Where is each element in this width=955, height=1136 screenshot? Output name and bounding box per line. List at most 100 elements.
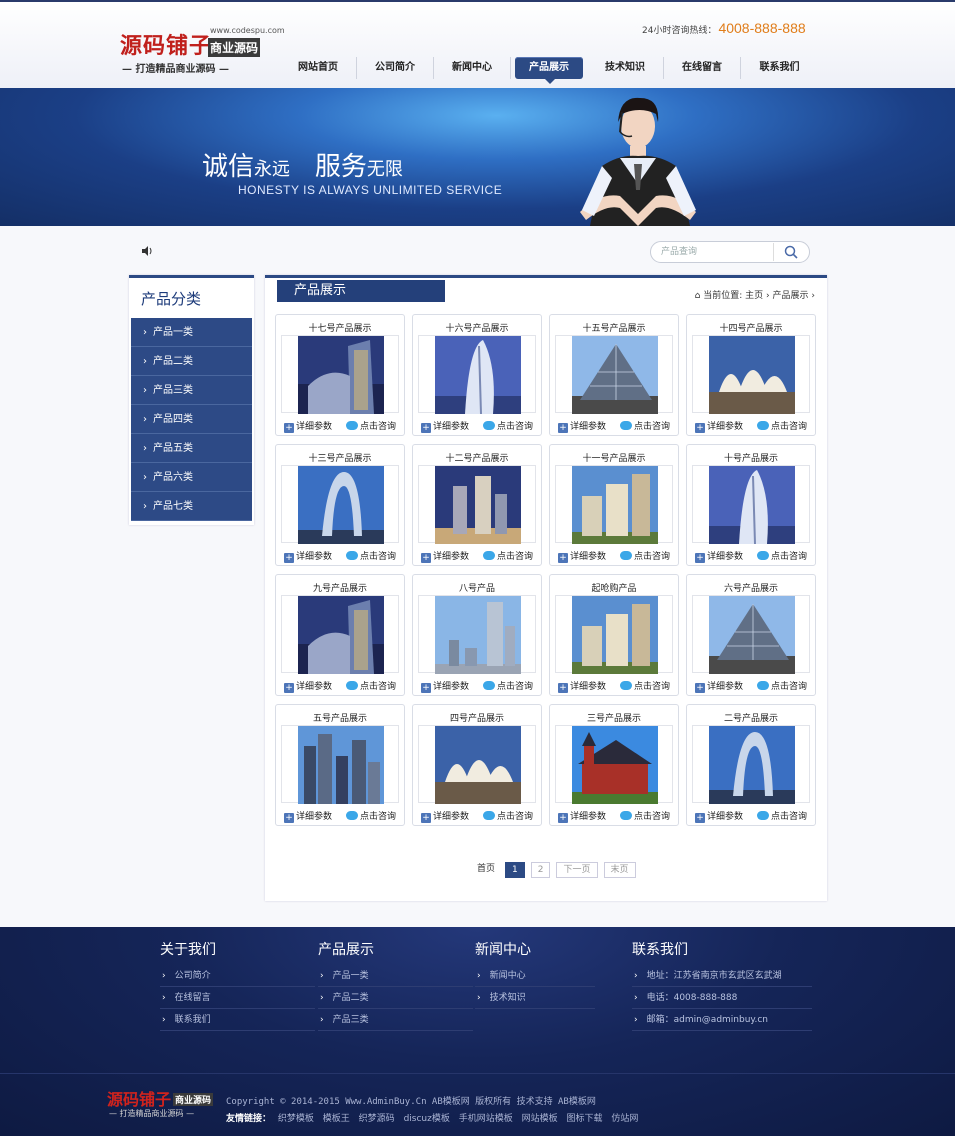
consult-link[interactable]: 点击咨询 <box>346 419 396 432</box>
product-image[interactable] <box>692 725 810 804</box>
product-card[interactable]: 十三号产品展示 + 详细参数 点击咨询 <box>275 444 405 566</box>
detail-params-link[interactable]: + 详细参数 <box>421 419 469 433</box>
consult-link[interactable]: 点击咨询 <box>483 549 533 562</box>
footer-link[interactable]: › 新闻中心 <box>475 965 595 987</box>
product-image[interactable] <box>692 465 810 544</box>
product-title[interactable]: 八号产品 <box>413 581 541 594</box>
consult-link[interactable]: 点击咨询 <box>757 809 807 822</box>
product-image[interactable] <box>418 335 536 414</box>
consult-link[interactable]: 点击咨询 <box>757 549 807 562</box>
consult-link[interactable]: 点击咨询 <box>620 549 670 562</box>
breadcrumb-home-link[interactable]: 主页 <box>745 291 763 301</box>
product-image[interactable] <box>418 725 536 804</box>
product-title[interactable]: 起呛购产品 <box>550 581 678 594</box>
pager-first[interactable]: 首页 <box>473 862 499 878</box>
product-card[interactable]: 十七号产品展示 + 详细参数 点击咨询 <box>275 314 405 436</box>
detail-params-link[interactable]: + 详细参数 <box>421 809 469 823</box>
product-card[interactable]: 十一号产品展示 + 详细参数 点击咨询 <box>549 444 679 566</box>
consult-link[interactable]: 点击咨询 <box>757 679 807 692</box>
consult-link[interactable]: 点击咨询 <box>346 549 396 562</box>
friend-link[interactable]: 织梦源码 <box>359 1114 395 1124</box>
product-image[interactable] <box>281 335 399 414</box>
product-title[interactable]: 二号产品展示 <box>687 711 815 724</box>
friend-link[interactable]: 图标下载 <box>567 1114 603 1124</box>
product-card[interactable]: 九号产品展示 + 详细参数 点击咨询 <box>275 574 405 696</box>
product-image[interactable] <box>692 595 810 674</box>
consult-link[interactable]: 点击咨询 <box>483 419 533 432</box>
search-button[interactable] <box>773 243 807 261</box>
consult-link[interactable]: 点击咨询 <box>620 809 670 822</box>
friend-link[interactable]: 模板王 <box>323 1114 350 1124</box>
product-image[interactable] <box>555 335 673 414</box>
product-title[interactable]: 十三号产品展示 <box>276 451 404 464</box>
footer-link[interactable]: › 产品一类 <box>318 965 473 987</box>
friend-link[interactable]: 手机网站模板 <box>459 1114 513 1124</box>
product-image[interactable] <box>555 595 673 674</box>
consult-link[interactable]: 点击咨询 <box>620 679 670 692</box>
footer-link[interactable]: › 联系我们 <box>160 1009 315 1031</box>
detail-params-link[interactable]: + 详细参数 <box>695 549 743 563</box>
product-card[interactable]: 十号产品展示 + 详细参数 点击咨询 <box>686 444 816 566</box>
footer-link[interactable]: › 产品三类 <box>318 1009 473 1031</box>
site-logo[interactable]: www.codespu.com 源码铺子 商业源码 — 打造精品商业源码 — <box>120 26 285 76</box>
product-image[interactable] <box>281 465 399 544</box>
product-title[interactable]: 六号产品展示 <box>687 581 815 594</box>
product-card[interactable]: 十五号产品展示 + 详细参数 点击咨询 <box>549 314 679 436</box>
product-card[interactable]: 十六号产品展示 + 详细参数 点击咨询 <box>412 314 542 436</box>
footer-email[interactable]: › 邮箱：admin@adminbuy.cn <box>632 1009 812 1031</box>
detail-params-link[interactable]: + 详细参数 <box>695 419 743 433</box>
detail-params-link[interactable]: + 详细参数 <box>558 679 606 693</box>
product-image[interactable] <box>555 725 673 804</box>
product-title[interactable]: 十一号产品展示 <box>550 451 678 464</box>
detail-params-link[interactable]: + 详细参数 <box>284 809 332 823</box>
product-image[interactable] <box>281 595 399 674</box>
product-card[interactable]: 二号产品展示 + 详细参数 点击咨询 <box>686 704 816 826</box>
product-title[interactable]: 十七号产品展示 <box>276 321 404 334</box>
product-image[interactable] <box>418 595 536 674</box>
product-card[interactable]: 三号产品展示 + 详细参数 点击咨询 <box>549 704 679 826</box>
nav-contact[interactable]: 联系我们 <box>741 57 818 79</box>
sidebar-item-category-3[interactable]: › 产品三类 <box>131 376 252 405</box>
product-title[interactable]: 十二号产品展示 <box>413 451 541 464</box>
friend-link[interactable]: 仿站网 <box>611 1114 638 1124</box>
speaker-icon[interactable] <box>140 244 154 258</box>
footer-link[interactable]: › 在线留言 <box>160 987 315 1009</box>
consult-link[interactable]: 点击咨询 <box>757 419 807 432</box>
breadcrumb-current[interactable]: 产品展示 <box>773 291 809 301</box>
detail-params-link[interactable]: + 详细参数 <box>695 679 743 693</box>
footer-link[interactable]: › 产品二类 <box>318 987 473 1009</box>
detail-params-link[interactable]: + 详细参数 <box>558 419 606 433</box>
product-card[interactable]: 六号产品展示 + 详细参数 点击咨询 <box>686 574 816 696</box>
sidebar-item-category-2[interactable]: › 产品二类 <box>131 347 252 376</box>
footer-link[interactable]: › 技术知识 <box>475 987 595 1009</box>
pager-page-1[interactable]: 1 <box>505 862 525 878</box>
detail-params-link[interactable]: + 详细参数 <box>421 679 469 693</box>
product-card[interactable]: 八号产品 + 详细参数 点击咨询 <box>412 574 542 696</box>
nav-tech[interactable]: 技术知识 <box>587 57 664 79</box>
pager-last[interactable]: 末页 <box>603 862 636 878</box>
sidebar-item-category-7[interactable]: › 产品七类 <box>131 492 252 521</box>
pager-page-2[interactable]: 2 <box>530 862 551 878</box>
product-card[interactable]: 起呛购产品 + 详细参数 点击咨询 <box>549 574 679 696</box>
detail-params-link[interactable]: + 详细参数 <box>558 809 606 823</box>
search-input[interactable] <box>661 245 771 259</box>
pager-next[interactable]: 下一页 <box>556 862 598 878</box>
nav-about[interactable]: 公司简介 <box>357 57 434 79</box>
detail-params-link[interactable]: + 详细参数 <box>284 419 332 433</box>
product-title[interactable]: 十五号产品展示 <box>550 321 678 334</box>
product-title[interactable]: 九号产品展示 <box>276 581 404 594</box>
product-card[interactable]: 十四号产品展示 + 详细参数 点击咨询 <box>686 314 816 436</box>
detail-params-link[interactable]: + 详细参数 <box>284 549 332 563</box>
consult-link[interactable]: 点击咨询 <box>483 809 533 822</box>
nav-products[interactable]: 产品展示 <box>515 57 583 84</box>
consult-link[interactable]: 点击咨询 <box>620 419 670 432</box>
product-image[interactable] <box>692 335 810 414</box>
sidebar-item-category-1[interactable]: › 产品一类 <box>131 318 252 347</box>
nav-news[interactable]: 新闻中心 <box>434 57 511 79</box>
product-card[interactable]: 四号产品展示 + 详细参数 点击咨询 <box>412 704 542 826</box>
product-card[interactable]: 十二号产品展示 + 详细参数 点击咨询 <box>412 444 542 566</box>
friend-link[interactable]: 网站模板 <box>522 1114 558 1124</box>
sidebar-item-category-4[interactable]: › 产品四类 <box>131 405 252 434</box>
detail-params-link[interactable]: + 详细参数 <box>421 549 469 563</box>
sidebar-item-category-5[interactable]: › 产品五类 <box>131 434 252 463</box>
